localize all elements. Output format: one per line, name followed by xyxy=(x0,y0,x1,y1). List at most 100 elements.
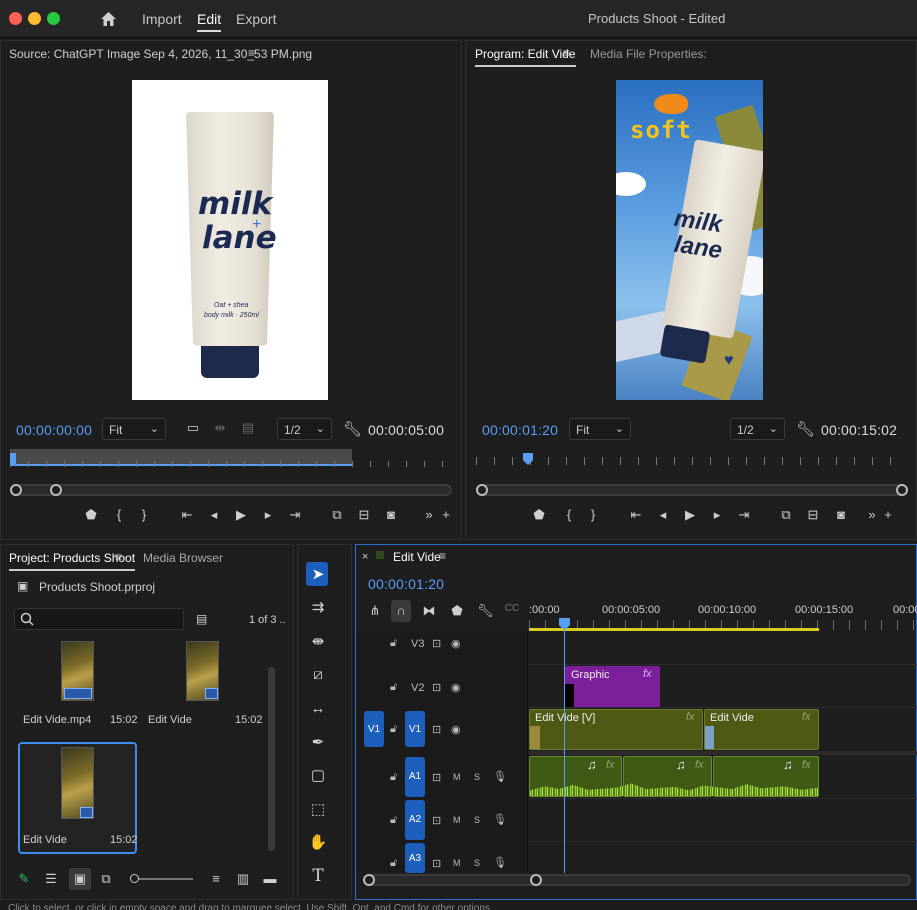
lock-icon[interactable]: 🔓︎ xyxy=(390,637,397,650)
captions-icon[interactable]: CC xyxy=(504,603,520,614)
zoom-window-button[interactable] xyxy=(47,12,60,25)
step-back-icon[interactable]: ◂ xyxy=(206,507,222,523)
program-monitor-tab[interactable]: Program: Edit Vide xyxy=(475,47,576,67)
track-target-a1[interactable]: A1 xyxy=(405,757,425,797)
source-patch-v1[interactable]: V1 xyxy=(364,711,384,747)
source-playhead[interactable] xyxy=(10,453,16,465)
lock-icon[interactable]: 🔓︎ xyxy=(390,723,397,736)
play-icon[interactable]: ▶ xyxy=(682,507,698,523)
pen-tool-icon[interactable]: ✒ xyxy=(306,733,330,755)
source-timecode[interactable]: 00:00:00:00 xyxy=(16,422,92,438)
insert-icon[interactable]: ⧉ xyxy=(329,507,345,523)
timeline-tab[interactable]: Edit Vide xyxy=(393,550,441,564)
work-area-bar[interactable] xyxy=(529,628,819,631)
timeline-scroll-start[interactable] xyxy=(363,874,375,886)
project-item-name[interactable]: Edit Vide xyxy=(23,834,67,846)
sync-lock-icon[interactable]: ⊡ xyxy=(432,857,441,870)
add-marker-icon[interactable]: ⬟ xyxy=(83,507,99,523)
microphone-icon[interactable]: 🎙︎ xyxy=(493,813,507,826)
mark-in-icon[interactable]: { xyxy=(561,507,577,522)
mute-button[interactable]: M xyxy=(453,772,461,782)
camera-icon[interactable]: ◙ xyxy=(833,507,849,522)
step-back-icon[interactable]: ◂ xyxy=(655,507,671,523)
project-item-name[interactable]: Edit Vide xyxy=(148,714,192,726)
sync-lock-icon[interactable]: ⊡ xyxy=(432,771,441,784)
insert-nest-icon[interactable]: ⋔ xyxy=(367,603,383,619)
add-button-icon[interactable]: + xyxy=(880,507,896,522)
mark-out-icon[interactable]: } xyxy=(585,507,601,522)
track-select-icon[interactable]: ⇉ xyxy=(306,598,330,620)
track-target-v1[interactable]: V1 xyxy=(405,711,425,747)
go-to-in-icon[interactable]: ⇤ xyxy=(628,507,644,523)
razor-icon[interactable]: ⧄ xyxy=(306,666,330,688)
timeline-timecode[interactable]: 00:00:01:20 xyxy=(368,576,444,592)
freeform-view-icon[interactable]: ⧉ xyxy=(98,871,114,887)
more-controls-icon[interactable]: » xyxy=(421,507,437,522)
zoom-slider-knob[interactable] xyxy=(130,874,139,883)
linked-selection-icon[interactable]: ⧓ xyxy=(421,603,437,619)
mark-in-icon[interactable]: { xyxy=(111,507,127,522)
solo-button[interactable]: S xyxy=(474,772,480,782)
source-scrollbar[interactable] xyxy=(10,484,452,496)
add-marker-icon[interactable]: ⬟ xyxy=(449,603,465,619)
track-target-a2[interactable]: A2 xyxy=(405,800,425,840)
lift-icon[interactable]: ⧉ xyxy=(778,507,794,523)
folder-icon[interactable]: ▬ xyxy=(262,871,278,886)
hand-tool-icon[interactable]: ✋ xyxy=(306,833,330,855)
lock-icon[interactable]: 🔓︎ xyxy=(390,814,397,827)
project-item-name[interactable]: Edit Vide.mp4 xyxy=(23,714,91,726)
settings-wrench-icon[interactable]: 🔧︎ xyxy=(477,603,494,619)
zoom-slider[interactable] xyxy=(131,878,193,880)
go-to-in-icon[interactable]: ⇤ xyxy=(179,507,195,523)
eye-icon[interactable]: ◉ xyxy=(451,681,461,694)
source-scroll-end[interactable] xyxy=(50,484,62,496)
camera-icon[interactable]: ◙ xyxy=(383,507,399,522)
sync-lock-icon[interactable]: ⊡ xyxy=(432,681,441,694)
type-tool-icon[interactable]: T xyxy=(306,866,330,888)
wrench-icon[interactable]: 🔧︎ xyxy=(796,420,815,438)
solo-button[interactable]: S xyxy=(474,858,480,868)
add-marker-icon[interactable]: ⬟ xyxy=(531,507,547,523)
menu-import[interactable]: Import xyxy=(142,11,182,27)
play-icon[interactable]: ▶ xyxy=(233,507,249,523)
lock-icon[interactable]: 🔓︎ xyxy=(390,681,397,694)
eye-icon[interactable]: ◉ xyxy=(451,723,461,736)
microphone-icon[interactable]: 🎙︎ xyxy=(493,770,507,783)
automate-icon[interactable]: ▥ xyxy=(235,871,251,887)
more-controls-icon[interactable]: » xyxy=(864,507,880,522)
program-fit-select[interactable]: Fit ⌄ xyxy=(569,418,631,440)
home-icon[interactable] xyxy=(100,11,117,27)
new-bin-icon[interactable]: ▤ xyxy=(196,612,207,626)
safe-margins-icon[interactable]: ▭ xyxy=(185,420,201,436)
source-monitor-tab[interactable]: Source: ChatGPT Image Sep 4, 2026, 11_30… xyxy=(9,47,312,61)
program-scroll-start[interactable] xyxy=(476,484,488,496)
panel-menu-icon[interactable]: ≡ xyxy=(563,46,570,60)
ripple-edit-icon[interactable]: ⇼ xyxy=(306,632,330,654)
slip-icon[interactable]: ↔ xyxy=(306,700,330,722)
timeline-scrollbar[interactable] xyxy=(363,874,911,886)
go-to-out-icon[interactable]: ⇥ xyxy=(287,507,303,523)
minimize-window-button[interactable] xyxy=(28,12,41,25)
mark-out-icon[interactable]: } xyxy=(136,507,152,522)
mute-button[interactable]: M xyxy=(453,858,461,868)
source-fit-select[interactable]: Fit ⌄ xyxy=(102,418,166,440)
list-view-icon[interactable]: ☰ xyxy=(43,871,59,887)
menu-edit[interactable]: Edit xyxy=(197,11,222,32)
step-forward-icon[interactable]: ▸ xyxy=(260,507,276,523)
pen-icon[interactable]: ✎ xyxy=(16,871,32,887)
panel-menu-icon[interactable]: ≡ xyxy=(439,549,446,563)
solo-button[interactable]: S xyxy=(474,815,480,825)
close-tab-icon[interactable]: × xyxy=(362,551,368,563)
menu-export[interactable]: Export xyxy=(236,11,276,27)
add-button-icon[interactable]: + xyxy=(438,507,454,522)
microphone-icon[interactable]: 🎙︎ xyxy=(493,856,507,869)
track-target-a3[interactable]: A3 xyxy=(405,843,425,873)
rectangle-tool-icon[interactable]: ▢ xyxy=(306,766,330,788)
sync-lock-icon[interactable]: ⊡ xyxy=(432,814,441,827)
timeline-scroll-end[interactable] xyxy=(530,874,542,886)
sort-icon[interactable]: ≡ xyxy=(208,871,224,886)
wrench-icon[interactable]: 🔧︎ xyxy=(343,420,362,438)
close-window-button[interactable] xyxy=(9,12,22,25)
media-file-properties-tab[interactable]: Media File Properties: xyxy=(590,47,707,61)
mute-button[interactable]: M xyxy=(453,815,461,825)
